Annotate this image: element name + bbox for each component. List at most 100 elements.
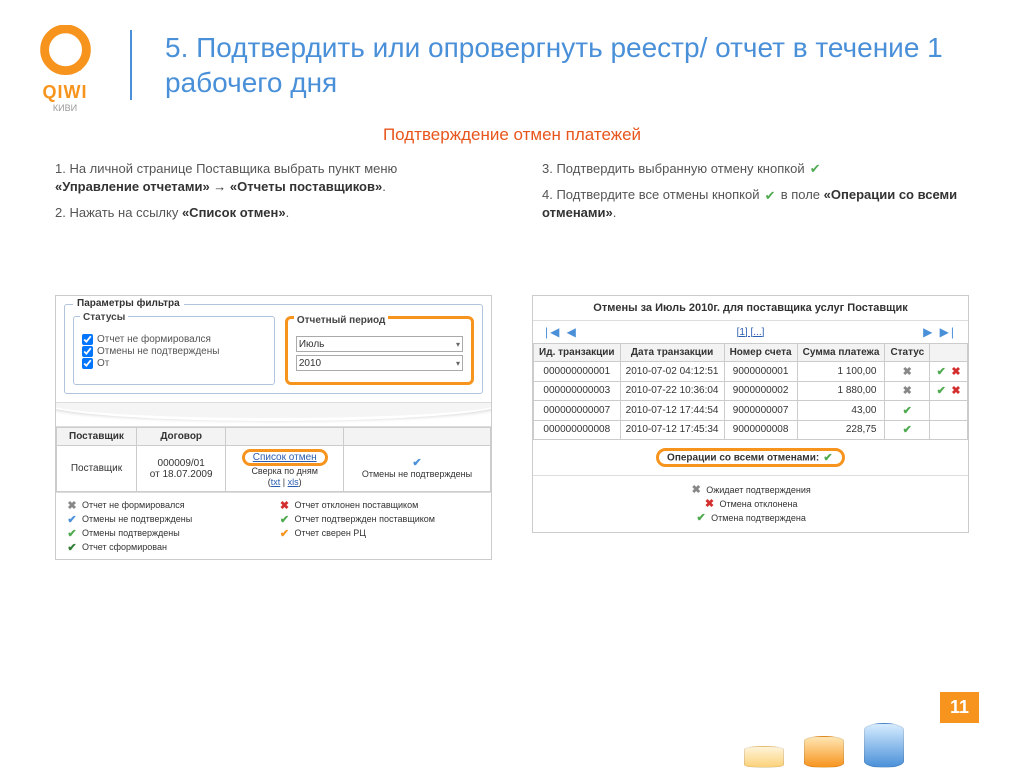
pending-icon: ✖ <box>901 385 913 397</box>
step-2-bold: «Список отмен» <box>182 205 286 220</box>
step-1-bold: «Управление отчетами» → «Отчеты поставщи… <box>55 179 382 194</box>
step-3: 3. Подтвердить выбранную отмену кнопкой … <box>542 160 969 178</box>
cell-actions: ✔ ✖ <box>930 381 968 401</box>
cell-status: ✖ <box>885 362 930 382</box>
cell-actions: ✔ ✖ <box>930 362 968 382</box>
table-row: 0000000000032010-07-22 10:36:04900000000… <box>534 381 968 401</box>
cell-acct: 9000000007 <box>724 401 797 421</box>
check-icon: ✔ <box>66 513 78 525</box>
cylinder-icon <box>804 736 844 768</box>
pending-icon: ✖ <box>901 365 913 377</box>
cell-date: 2010-07-12 17:44:54 <box>620 401 724 421</box>
cell-sum: 1 880,00 <box>797 381 885 401</box>
step-4-text-b: в поле <box>781 187 824 202</box>
th-id: Ид. транзакции <box>534 344 621 362</box>
step-1-text: 1. На личной странице Поставщика выбрать… <box>55 161 397 176</box>
cell-date: 2010-07-12 17:45:34 <box>620 420 724 440</box>
month-select[interactable]: Июль <box>296 336 463 352</box>
logo-brand: QIWI <box>30 82 100 103</box>
table-row: 0000000000082010-07-12 17:45:34900000000… <box>534 420 968 440</box>
table-row: 0000000000072010-07-12 17:44:54900000000… <box>534 401 968 421</box>
step-2: 2. Нажать на ссылку «Список отмен». <box>55 204 482 222</box>
confirmed-icon: ✔ <box>901 404 913 416</box>
cell-links: Список отмен Сверка по дням (txt | xls) <box>226 446 344 492</box>
panel-title: Отмены за Июль 2010г. для поставщика усл… <box>533 296 968 321</box>
cell-supplier: Поставщик <box>57 446 137 492</box>
cell-contract: 000009/01 от 18.07.2009 <box>136 446 225 492</box>
checkmark-icon: ✔ <box>808 163 822 177</box>
cell-acct: 9000000001 <box>724 362 797 382</box>
pager-first-icon[interactable]: |◀ ◀ <box>545 325 578 339</box>
x-icon: ✖ <box>690 484 702 496</box>
year-select[interactable]: 2010 <box>296 355 463 371</box>
check-icon: ✔ <box>279 513 291 525</box>
cell-actions <box>930 401 968 421</box>
check-icon: ✔ <box>66 541 78 553</box>
all-operations: Операции со всеми отменами: ✔ <box>533 440 968 475</box>
step-4: 4. Подтвердите все отмены кнопкой ✔ в по… <box>542 186 969 222</box>
cell-actions <box>930 420 968 440</box>
step-4-text-a: 4. Подтвердите все отмены кнопкой <box>542 187 763 202</box>
cylinder-icon <box>744 746 784 768</box>
reject-icon[interactable]: ✖ <box>950 385 962 397</box>
chk-not-confirmed[interactable]: Отмены не подтверждены <box>82 346 266 357</box>
th-supplier: Поставщик <box>57 428 137 446</box>
th-empty1 <box>226 428 344 446</box>
status-legend: Статусы <box>80 312 128 323</box>
pager: |◀ ◀ [1] [...] ▶ ▶| <box>533 321 968 343</box>
cancellations-panel: Отмены за Июль 2010г. для поставщика усл… <box>532 295 969 533</box>
cylinder-icon <box>864 723 904 768</box>
xls-link[interactable]: xls <box>288 477 299 487</box>
th-sum: Сумма платежа <box>797 344 885 362</box>
chk-from[interactable]: От <box>82 358 266 369</box>
page-subtitle: Подтверждение отмен платежей <box>0 125 1024 145</box>
cell-id: 000000000003 <box>534 381 621 401</box>
logo-icon <box>38 25 93 80</box>
all-ops-highlight: Операции со всеми отменами: ✔ <box>656 448 845 467</box>
wave-divider <box>56 402 491 427</box>
status-fieldset: Статусы Отчет не формировался Отмены не … <box>73 316 275 385</box>
th-actions <box>930 344 968 362</box>
filter-panel: Параметры фильтра Статусы Отчет не форми… <box>55 295 492 560</box>
cell-acct: 9000000002 <box>724 381 797 401</box>
x-icon: ✖ <box>703 498 715 510</box>
pager-pages[interactable]: [1] [...] <box>737 327 765 338</box>
confirmed-icon: ✔ <box>901 424 913 436</box>
cell-id: 000000000001 <box>534 362 621 382</box>
status-legend: ✖Отчет не формировался ✖Отчет отклонен п… <box>56 492 491 559</box>
cancel-legend: ✖Ожидает подтверждения ✖Отмена отклонена… <box>533 475 968 532</box>
period-fieldset: Отчетный период Июль 2010 <box>285 316 474 385</box>
check-icon: ✔ <box>695 512 707 524</box>
confirm-icon[interactable]: ✔ <box>935 385 947 397</box>
th-empty2 <box>343 428 490 446</box>
step-1: 1. На личной странице Поставщика выбрать… <box>55 160 482 196</box>
instructions: 1. На личной странице Поставщика выбрать… <box>55 160 969 231</box>
confirm-icon[interactable]: ✔ <box>935 365 947 377</box>
cell-date: 2010-07-02 04:12:51 <box>620 362 724 382</box>
cell-sum: 43,00 <box>797 401 885 421</box>
supplier-table: Поставщик Договор Поставщик 000009/01 от… <box>56 427 491 492</box>
cell-acct: 9000000008 <box>724 420 797 440</box>
status-icon: ✔ <box>411 457 423 469</box>
step-3-text: 3. Подтвердить выбранную отмену кнопкой <box>542 161 808 176</box>
cancel-list-link[interactable]: Список отмен <box>253 452 317 463</box>
confirm-all-icon[interactable]: ✔ <box>822 451 834 463</box>
cell-sum: 228,75 <box>797 420 885 440</box>
th-acct: Номер счета <box>724 344 797 362</box>
cell-status: ✔ <box>885 420 930 440</box>
pager-last-icon[interactable]: ▶ ▶| <box>923 325 956 339</box>
cancel-list-highlight: Список отмен <box>242 449 328 466</box>
cell-sum: 1 100,00 <box>797 362 885 382</box>
page-number: 11 <box>940 692 979 723</box>
x-icon: ✖ <box>66 499 78 511</box>
x-icon: ✖ <box>279 499 291 511</box>
table-row: Поставщик 000009/01 от 18.07.2009 Список… <box>57 446 491 492</box>
reject-icon[interactable]: ✖ <box>950 365 962 377</box>
chk-not-formed[interactable]: Отчет не формировался <box>82 334 266 345</box>
th-date: Дата транзакции <box>620 344 724 362</box>
txt-link[interactable]: txt <box>271 477 281 487</box>
cell-id: 000000000008 <box>534 420 621 440</box>
step-2-text: 2. Нажать на ссылку <box>55 205 182 220</box>
qiwi-logo: QIWI КИВИ <box>30 25 100 113</box>
cell-date: 2010-07-22 10:36:04 <box>620 381 724 401</box>
